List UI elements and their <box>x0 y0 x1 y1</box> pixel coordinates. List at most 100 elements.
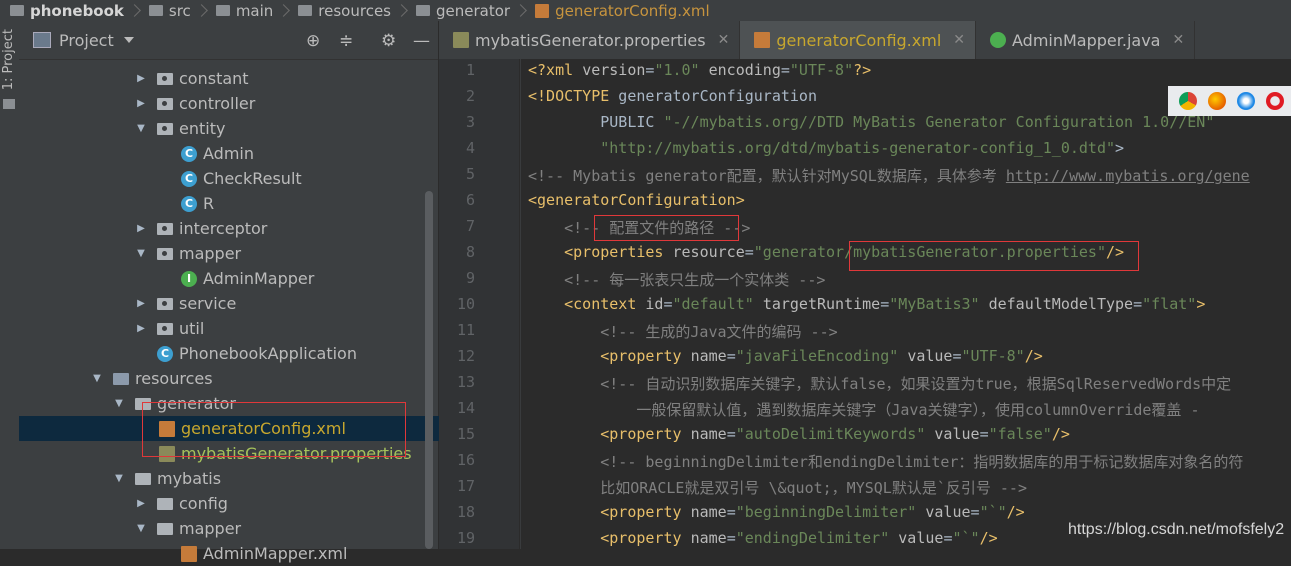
fold-gutter <box>511 59 519 549</box>
highlight-box <box>142 402 406 457</box>
breadcrumb-item-generator[interactable]: generator <box>406 2 527 20</box>
opera-icon[interactable] <box>1266 92 1284 110</box>
chevron-down-icon[interactable]: ▼ <box>113 473 125 484</box>
line-number: 14 <box>456 399 475 417</box>
code-line: <!-- beginningDelimiter和endingDelimiter：… <box>528 453 1244 471</box>
folder-icon <box>215 5 230 16</box>
spring-class-icon: C <box>157 345 173 362</box>
line-number: 12 <box>456 347 475 365</box>
safari-icon[interactable] <box>1237 92 1255 110</box>
code-line: <property name="javaFileEncoding" value=… <box>600 347 1043 365</box>
code-line: <!-- Mybatis generator配置，默认针对MySQL数据库，具体… <box>528 167 1250 185</box>
chevron-right-icon[interactable]: ▶ <box>135 298 147 309</box>
code-line: <!DOCTYPE generatorConfiguration <box>528 87 817 105</box>
chevron-down-icon[interactable]: ▼ <box>135 248 147 259</box>
code-editor[interactable]: 1 2 3 4 5 6 7 8 9 10 11 12 13 14 15 16 17 18 19 <?xml vers… <box>439 59 1291 549</box>
code-line: 比如ORACLE就是双引号 \&quot;，MYSQL默认是`反引号 --> <box>528 479 1027 497</box>
chevron-right-icon[interactable]: ▶ <box>135 498 147 509</box>
chevron-right-icon[interactable]: ▶ <box>135 223 147 234</box>
line-number: 4 <box>465 139 475 157</box>
project-toolbar: Project ⊕ ≑ ⚙ — <box>19 21 438 60</box>
chevron-down-icon[interactable] <box>123 37 134 43</box>
close-icon[interactable]: ✕ <box>1172 32 1184 48</box>
line-number: 13 <box>456 373 475 391</box>
chevron-right-icon[interactable]: ▶ <box>135 98 147 109</box>
package-icon <box>157 222 173 235</box>
folder-icon <box>148 5 163 16</box>
code-line: <generatorConfiguration> <box>528 191 745 209</box>
package-icon <box>157 72 173 85</box>
firefox-icon[interactable] <box>1208 92 1226 110</box>
gear-icon[interactable]: ⚙ <box>381 31 396 51</box>
line-number: 3 <box>465 113 475 131</box>
chevron-down-icon[interactable]: ▼ <box>91 373 103 384</box>
package-icon <box>157 322 173 335</box>
folder-icon <box>3 99 15 109</box>
line-number: 15 <box>456 425 475 443</box>
folder-icon <box>157 497 173 510</box>
tree-scrollbar[interactable] <box>425 191 433 549</box>
code-line: <!-- 每一张表只生成一个实体类 --> <box>528 271 826 289</box>
package-icon <box>157 247 173 260</box>
line-number: 9 <box>465 269 475 287</box>
code-line: "http://mybatis.org/dtd/mybatis-generato… <box>600 139 1125 157</box>
xml-file-icon <box>181 545 197 562</box>
chevron-right-icon[interactable]: ▶ <box>135 73 147 84</box>
close-icon[interactable]: ✕ <box>718 32 730 48</box>
code-line: <property name="autoDelimitKeywords" val… <box>600 425 1070 443</box>
collapse-icon[interactable]: ≑ <box>339 31 353 51</box>
class-icon: C <box>181 145 197 162</box>
crosshair-icon[interactable]: ⊕ <box>306 31 320 51</box>
tab-generatorconfig-xml[interactable]: generatorConfig.xml ✕ <box>740 21 976 59</box>
resources-folder-icon <box>113 372 129 385</box>
properties-file-icon <box>453 32 469 48</box>
line-number: 11 <box>456 321 475 339</box>
line-number: 6 <box>465 191 475 209</box>
minimize-icon[interactable]: — <box>413 31 430 51</box>
folder-icon <box>416 5 430 16</box>
chevron-down-icon[interactable]: ▼ <box>135 123 147 134</box>
package-icon <box>157 122 173 135</box>
project-panel: Project ⊕ ≑ ⚙ — ▶ constant ▶ controller ▼ e… <box>19 21 578 563</box>
watermark: https://blog.csdn.net/mofsfely2 <box>1068 521 1285 538</box>
breadcrumb-item-src[interactable]: src <box>139 2 208 20</box>
tab-adminmapper-java[interactable]: AdminMapper.java ✕ <box>976 21 1196 59</box>
chrome-icon[interactable] <box>1179 92 1197 110</box>
code-line: <?xml version="1.0" encoding="UTF-8"?> <box>528 61 872 79</box>
code-line: <!-- 自动识别数据库关键字，默认false，如果设置为true，根据SqlR… <box>528 375 1232 393</box>
highlight-box <box>594 215 739 241</box>
code-line: <property name="endingDelimiter" value="… <box>600 529 998 547</box>
code-line: <!-- 生成的Java文件的编码 --> <box>528 323 838 341</box>
line-number: 7 <box>465 217 475 235</box>
highlight-box <box>849 241 1139 271</box>
tree-item-resources[interactable]: ▼ resources <box>19 366 510 391</box>
class-icon: C <box>181 195 197 212</box>
project-view-selector[interactable]: Project <box>59 31 114 50</box>
code-line: <context id="default" targetRuntime="MyB… <box>564 295 1206 313</box>
line-number: 5 <box>465 165 475 183</box>
code-line: PUBLIC "-//mybatis.org//DTD MyBatis Gene… <box>528 113 1215 131</box>
chevron-down-icon[interactable]: ▼ <box>113 398 125 409</box>
breadcrumb-item-resources[interactable]: resources <box>288 2 408 20</box>
tab-mybatisgenerator-properties[interactable]: mybatisGenerator.properties ✕ <box>439 21 741 59</box>
line-number: 19 <box>456 529 475 547</box>
interface-icon <box>990 32 1006 48</box>
indent-guide <box>520 59 521 549</box>
line-number: 2 <box>465 87 475 105</box>
chevron-right-icon[interactable]: ▶ <box>135 323 147 334</box>
breadcrumb-item-file[interactable]: generatorConfig.xml <box>525 2 710 20</box>
folder-icon <box>10 5 24 16</box>
close-icon[interactable]: ✕ <box>953 32 965 48</box>
chevron-down-icon[interactable]: ▼ <box>135 523 147 534</box>
project-view-icon <box>33 32 51 48</box>
line-number: 18 <box>456 503 475 521</box>
line-number: 1 <box>465 61 475 79</box>
browser-preview-bar <box>1168 86 1291 116</box>
xml-file-icon <box>754 32 771 48</box>
breadcrumb-item-main[interactable]: main <box>206 2 291 20</box>
breadcrumb: phonebook src main resources generator g… <box>0 0 1291 21</box>
breadcrumb-item-project[interactable]: phonebook <box>0 2 141 20</box>
project-tool-tab[interactable]: 1: Project <box>1 29 16 90</box>
left-tool-strip: 1: Project <box>0 21 20 549</box>
class-icon: C <box>181 170 197 187</box>
